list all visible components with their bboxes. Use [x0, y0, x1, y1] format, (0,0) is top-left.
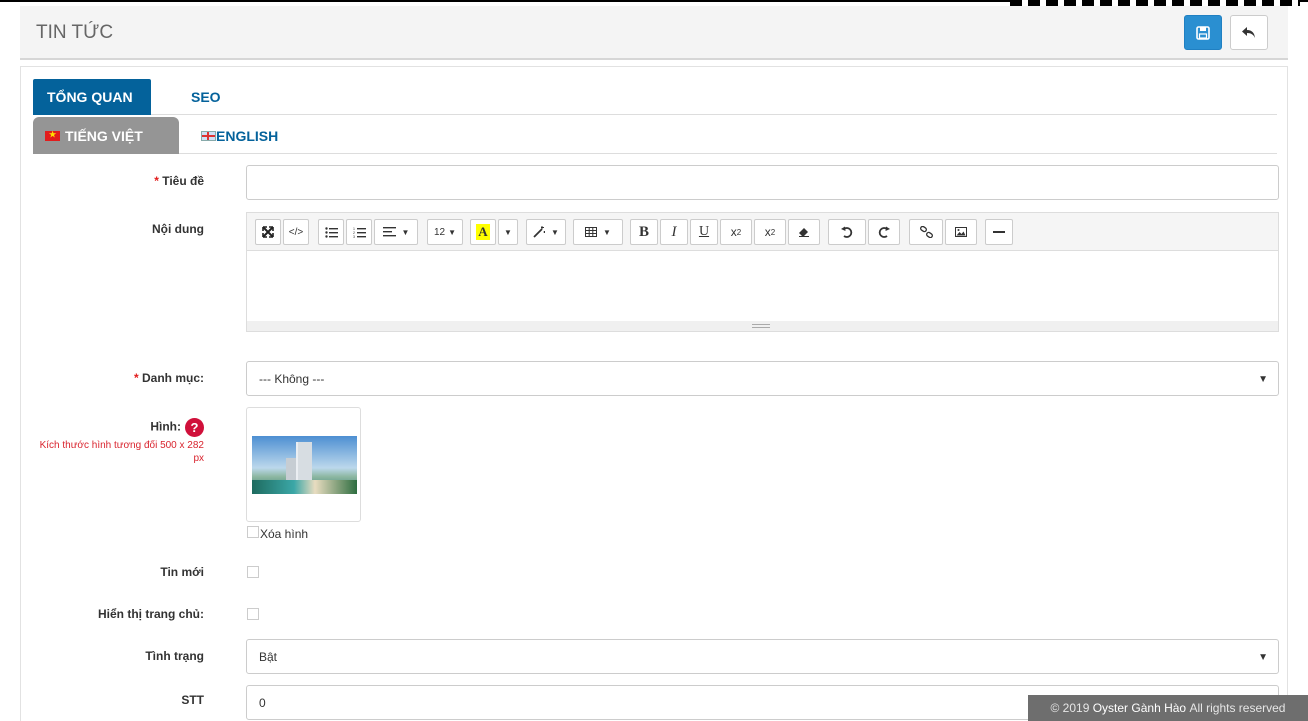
order-label: STT [181, 693, 204, 707]
code-view-icon[interactable]: </> [283, 219, 309, 245]
magic-style-icon[interactable]: ▼ [526, 219, 566, 245]
back-button[interactable] [1230, 15, 1268, 50]
status-select-value: Bật [259, 649, 278, 664]
content-label: Nội dung [152, 222, 204, 236]
vietnam-flag-icon [45, 130, 60, 141]
form-card: TỔNG QUAN SEO TIẾNG VIỆT ENGLISH * Tiêu … [20, 66, 1288, 721]
underline-icon[interactable]: U [690, 219, 718, 245]
news-label: Tin mới [160, 565, 204, 579]
horizontal-rule-icon[interactable] [985, 219, 1013, 245]
tab-english-label: ENGLISH [216, 127, 279, 144]
status-select[interactable]: Bật ▼ [246, 639, 1279, 674]
align-icon[interactable]: ▼ [374, 219, 418, 245]
redo-icon[interactable] [868, 219, 900, 245]
homepage-label: Hiển thị trang chủ: [98, 607, 204, 621]
content-editor[interactable]: </> 123 ▼ 12 ▼ A ▼ ▼ ▼ B I U x 2 x 2 [246, 212, 1279, 332]
category-label: * Danh mục: [134, 371, 204, 385]
image-label: Hình:? [150, 418, 204, 437]
superscript-icon[interactable]: x2 [720, 219, 752, 245]
category-select-value: --- Không --- [259, 371, 325, 386]
resize-grip-icon[interactable] [752, 324, 770, 328]
news-checkbox[interactable] [247, 566, 259, 578]
main-tabs: TỔNG QUAN SEO [33, 79, 1277, 115]
category-select[interactable]: --- Không --- ▼ [246, 361, 1279, 396]
undo-icon[interactable] [828, 219, 866, 245]
title-input[interactable] [246, 165, 1279, 200]
image-label-text: Hình: [150, 419, 181, 434]
font-size-value: 12 [433, 226, 446, 238]
picture-icon[interactable] [945, 219, 977, 245]
delete-image-checkbox[interactable] [247, 526, 259, 538]
homepage-checkbox[interactable] [247, 608, 259, 620]
page-title: TIN TỨC [36, 22, 114, 43]
font-size-select[interactable]: 12 ▼ [427, 219, 463, 245]
italic-icon[interactable]: I [660, 219, 688, 245]
required-mark: * [154, 174, 159, 188]
image-size-hint: Kích thước hình tương đối 500 x 282 px [39, 440, 204, 464]
text-color-icon[interactable]: A [470, 219, 496, 245]
thumbnail-building [296, 442, 312, 482]
hotel-thumbnail [252, 436, 357, 494]
delete-image-label: Xóa hình [260, 527, 309, 541]
footer-brand: Oyster Gành Hào [1092, 701, 1187, 715]
table-icon[interactable]: ▼ [573, 219, 623, 245]
subscript-icon[interactable]: x2 [754, 219, 786, 245]
thumbnail-beach [252, 480, 357, 494]
required-mark: * [133, 371, 139, 385]
chevron-down-icon: ▼ [1258, 652, 1268, 663]
editor-resize-bar[interactable] [247, 321, 1278, 331]
page-header: TIN TỨC [20, 6, 1288, 60]
footer-prefix: © 2019 [1050, 701, 1090, 715]
footer-suffix: All rights reserved [1189, 701, 1286, 715]
status-label: Tình trạng [145, 649, 204, 663]
tab-tong-quan[interactable]: TỔNG QUAN [33, 79, 151, 115]
footer-copyright: © 2019 Oyster Gành Hào All rights reserv… [1028, 695, 1308, 721]
ordered-list-icon[interactable]: 123 [346, 219, 372, 245]
save-icon [1196, 25, 1210, 40]
editor-toolbar: </> 123 ▼ 12 ▼ A ▼ ▼ ▼ B I U x 2 x 2 [247, 213, 1278, 251]
fullscreen-icon[interactable] [255, 219, 281, 245]
tab-english[interactable]: ENGLISH [189, 117, 299, 154]
tab-tieng-viet-label: TIẾNG VIỆT [65, 127, 143, 144]
image-preview[interactable] [246, 407, 361, 522]
language-tabs: TIẾNG VIỆT ENGLISH [33, 117, 1277, 154]
tab-seo[interactable]: SEO [177, 79, 237, 115]
help-icon[interactable]: ? [185, 418, 204, 437]
svg-text:3: 3 [353, 235, 355, 238]
reply-icon [1242, 26, 1255, 38]
title-label-text: Tiêu đề [162, 174, 204, 188]
category-label-text: Danh mục: [141, 371, 204, 385]
tab-tieng-viet[interactable]: TIẾNG VIỆT [33, 117, 179, 154]
chevron-down-icon: ▼ [1258, 374, 1268, 385]
eraser-icon[interactable] [788, 219, 820, 245]
uk-flag-icon [201, 130, 216, 141]
color-dropdown-icon[interactable]: ▼ [498, 219, 518, 245]
link-icon[interactable] [909, 219, 943, 245]
save-button[interactable] [1184, 15, 1222, 50]
unordered-list-icon[interactable] [318, 219, 344, 245]
bold-icon[interactable]: B [630, 219, 658, 245]
title-label: * Tiêu đề [154, 174, 204, 188]
